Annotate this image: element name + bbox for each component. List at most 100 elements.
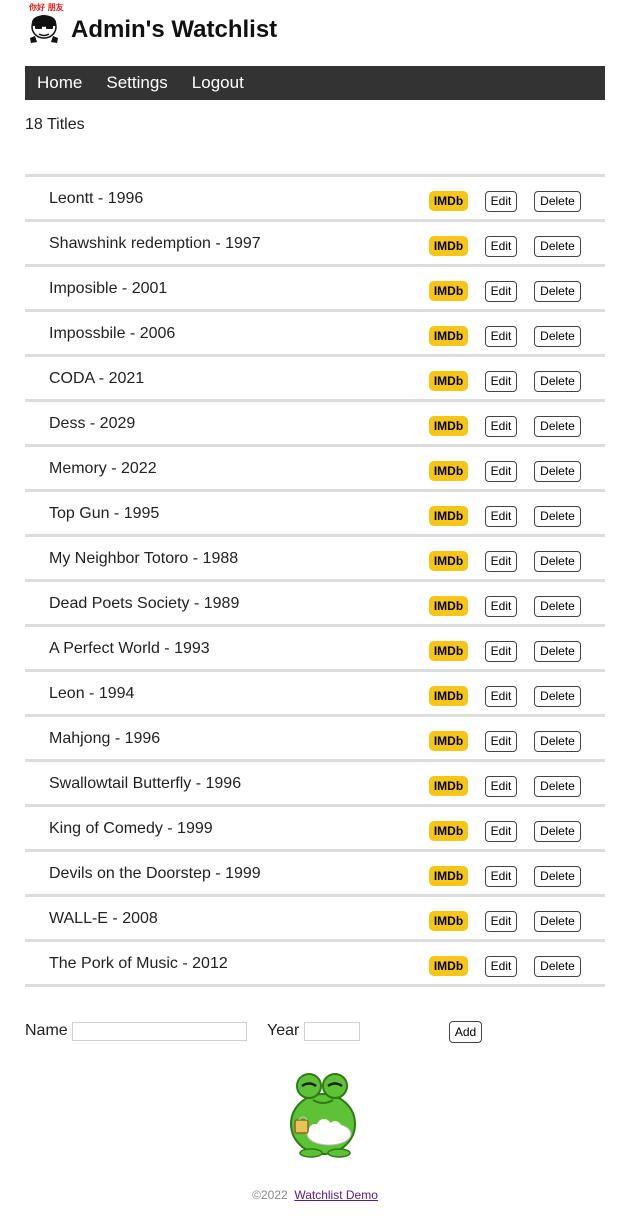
table-row: Impossbile - 2006 IMDb Edit Delete	[25, 312, 605, 357]
year-label: Year	[267, 1022, 300, 1039]
add-button[interactable]: Add	[449, 1021, 482, 1043]
delete-button[interactable]: Delete	[534, 686, 581, 707]
delete-button[interactable]: Delete	[534, 371, 581, 392]
edit-button[interactable]: Edit	[485, 371, 517, 392]
delete-button[interactable]: Delete	[534, 596, 581, 617]
footer: ©2022 Watchlist Demo	[25, 1188, 605, 1202]
edit-button[interactable]: Edit	[485, 956, 517, 977]
edit-button[interactable]: Edit	[485, 191, 517, 212]
table-row: Leontt - 1996 IMDb Edit Delete	[25, 177, 605, 222]
movie-title: Dess - 2029	[49, 415, 136, 432]
table-row: Mahjong - 1996 IMDb Edit Delete	[25, 717, 605, 762]
movie-title: Impossbile - 2006	[49, 325, 176, 342]
imdb-button[interactable]: IMDb	[429, 326, 468, 346]
delete-button[interactable]: Delete	[534, 821, 581, 842]
movie-title: Mahjong - 1996	[49, 730, 161, 747]
imdb-button[interactable]: IMDb	[429, 551, 468, 571]
delete-button[interactable]: Delete	[534, 956, 581, 977]
delete-button[interactable]: Delete	[534, 461, 581, 482]
page-title: Admin's Watchlist	[71, 16, 278, 43]
title-count: 18 Titles	[25, 116, 85, 133]
imdb-button[interactable]: IMDb	[429, 731, 468, 751]
nav-bar: Home Settings Logout	[25, 66, 605, 100]
movie-title: Memory - 2022	[49, 460, 157, 477]
nav-logout-link[interactable]: Logout	[192, 73, 244, 93]
imdb-button[interactable]: IMDb	[429, 686, 468, 706]
edit-button[interactable]: Edit	[485, 281, 517, 302]
edit-button[interactable]: Edit	[485, 641, 517, 662]
edit-button[interactable]: Edit	[485, 326, 517, 347]
delete-button[interactable]: Delete	[534, 911, 581, 932]
footer-demo-link[interactable]: Watchlist Demo	[294, 1188, 378, 1202]
nav-home-link[interactable]: Home	[37, 73, 82, 93]
table-row: A Perfect World - 1993 IMDb Edit Delete	[25, 627, 605, 672]
delete-button[interactable]: Delete	[534, 236, 581, 257]
edit-button[interactable]: Edit	[485, 731, 517, 752]
movie-title: Top Gun - 1995	[49, 505, 160, 522]
imdb-button[interactable]: IMDb	[429, 821, 468, 841]
delete-button[interactable]: Delete	[534, 506, 581, 527]
imdb-button[interactable]: IMDb	[429, 191, 468, 211]
delete-button[interactable]: Delete	[534, 776, 581, 797]
imdb-button[interactable]: IMDb	[429, 371, 468, 391]
imdb-button[interactable]: IMDb	[429, 506, 468, 526]
table-row: King of Comedy - 1999 IMDb Edit Delete	[25, 807, 605, 852]
table-row: Dead Poets Society - 1989 IMDb Edit Delete	[25, 582, 605, 627]
edit-button[interactable]: Edit	[485, 911, 517, 932]
movie-title: Dead Poets Society - 1989	[49, 595, 240, 612]
delete-button[interactable]: Delete	[534, 281, 581, 302]
movie-title: CODA - 2021	[49, 370, 145, 387]
movie-title: The Pork of Music - 2012	[49, 955, 228, 972]
imdb-button[interactable]: IMDb	[429, 416, 468, 436]
edit-button[interactable]: Edit	[485, 596, 517, 617]
movie-title: Leon - 1994	[49, 685, 135, 702]
delete-button[interactable]: Delete	[534, 551, 581, 572]
movie-title: King of Comedy - 1999	[49, 820, 213, 837]
delete-button[interactable]: Delete	[534, 416, 581, 437]
edit-button[interactable]: Edit	[485, 866, 517, 887]
frog-icon	[290, 1073, 356, 1158]
movie-title: My Neighbor Totoro - 1988	[49, 550, 239, 567]
movie-title: WALL-E - 2008	[49, 910, 158, 927]
movie-title: Imposible - 2001	[49, 280, 168, 297]
table-row: WALL-E - 2008 IMDb Edit Delete	[25, 897, 605, 942]
table-row: Devils on the Doorstep - 1999 IMDb Edit Del…	[25, 852, 605, 897]
avatar: 你好 朋友	[27, 3, 64, 44]
movie-title: Shawshink redemption - 1997	[49, 235, 261, 252]
delete-button[interactable]: Delete	[534, 866, 581, 887]
movie-title: Devils on the Doorstep - 1999	[49, 865, 261, 882]
edit-button[interactable]: Edit	[485, 686, 517, 707]
nav-settings-link[interactable]: Settings	[106, 73, 167, 93]
movie-title: A Perfect World - 1993	[49, 640, 210, 657]
edit-button[interactable]: Edit	[485, 821, 517, 842]
avatar-cartoon-icon	[30, 15, 58, 43]
imdb-button[interactable]: IMDb	[429, 866, 468, 886]
imdb-button[interactable]: IMDb	[429, 776, 468, 796]
table-row: Swallowtail Butterfly - 1996 IMDb Edit Dele…	[25, 762, 605, 807]
delete-button[interactable]: Delete	[534, 641, 581, 662]
table-row: The Pork of Music - 2012 IMDb Edit Delete	[25, 942, 605, 987]
edit-button[interactable]: Edit	[485, 551, 517, 572]
imdb-button[interactable]: IMDb	[429, 236, 468, 256]
add-movie-form: Name Year Add	[25, 1020, 605, 1044]
imdb-button[interactable]: IMDb	[429, 596, 468, 616]
edit-button[interactable]: Edit	[485, 416, 517, 437]
delete-button[interactable]: Delete	[534, 326, 581, 347]
edit-button[interactable]: Edit	[485, 236, 517, 257]
imdb-button[interactable]: IMDb	[429, 956, 468, 976]
edit-button[interactable]: Edit	[485, 461, 517, 482]
delete-button[interactable]: Delete	[534, 191, 581, 212]
avatar-caption: 你好 朋友	[29, 3, 64, 12]
year-input[interactable]	[304, 1022, 360, 1041]
movie-title: Leontt - 1996	[49, 190, 144, 207]
edit-button[interactable]: Edit	[485, 776, 517, 797]
edit-button[interactable]: Edit	[485, 506, 517, 527]
movie-list: Leontt - 1996 IMDb Edit Delete Shawshink red…	[25, 174, 605, 987]
imdb-button[interactable]: IMDb	[429, 461, 468, 481]
header: 你好 朋友 Admin's Watchlist	[25, 0, 605, 66]
name-input[interactable]	[72, 1022, 247, 1041]
delete-button[interactable]: Delete	[534, 731, 581, 752]
imdb-button[interactable]: IMDb	[429, 281, 468, 301]
imdb-button[interactable]: IMDb	[429, 641, 468, 661]
imdb-button[interactable]: IMDb	[429, 911, 468, 931]
